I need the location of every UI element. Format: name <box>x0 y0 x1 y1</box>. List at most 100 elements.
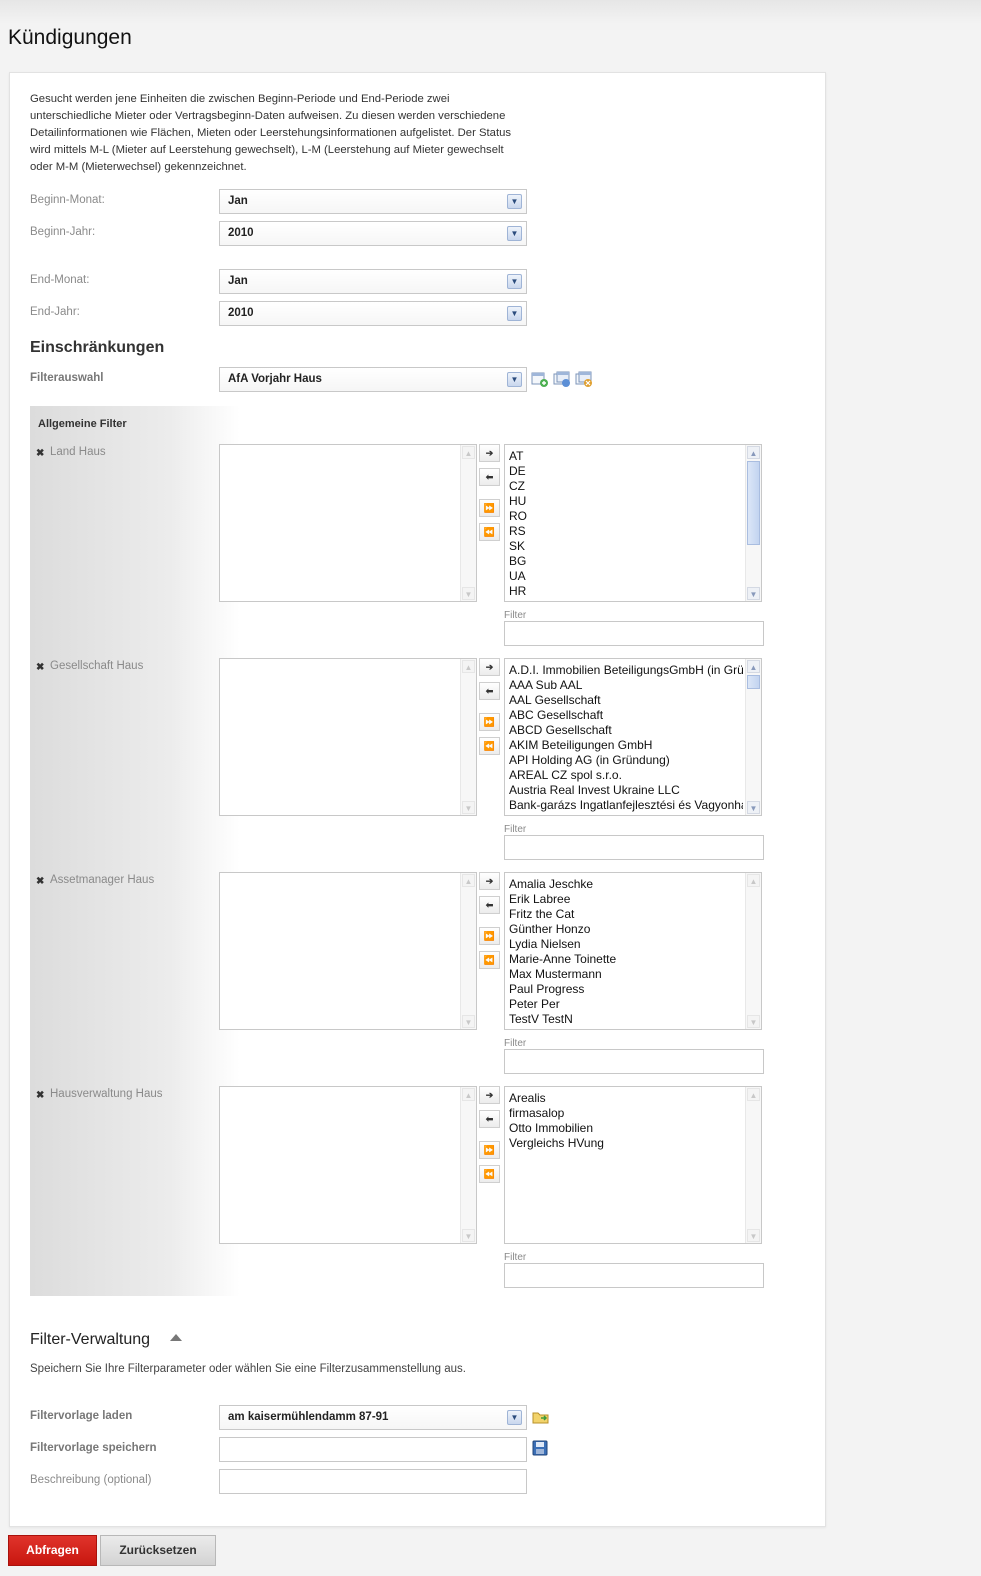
begin-year-select[interactable]: 2010 ▼ <box>219 221 527 246</box>
filter-input-hausverwaltung[interactable] <box>504 1263 764 1288</box>
template-description-input[interactable] <box>219 1469 527 1494</box>
move-right-button[interactable]: ➔ <box>479 872 500 890</box>
scrollbar[interactable]: ▲ ▼ <box>460 445 476 601</box>
list-item[interactable]: Günther Honzo <box>509 922 743 937</box>
remove-filter-icon[interactable]: ✖ <box>36 662 44 673</box>
template-save-input[interactable] <box>219 1437 527 1462</box>
end-year-label: End-Jahr: <box>30 306 80 318</box>
move-left-button[interactable]: ⬅ <box>479 1110 500 1128</box>
move-left-button[interactable]: ⬅ <box>479 682 500 700</box>
collapse-icon[interactable] <box>169 1329 183 1341</box>
list-item[interactable]: Austria Real Invest Ukraine LLC <box>509 783 743 798</box>
list-item[interactable]: AREAL CZ spol s.r.o. <box>509 768 743 783</box>
scrollbar[interactable]: ▲ ▼ <box>460 873 476 1029</box>
move-all-right-button[interactable]: ⏩ <box>479 499 500 517</box>
list-item[interactable]: Vergleichs HVung <box>509 1136 743 1151</box>
move-left-button[interactable]: ⬅ <box>479 896 500 914</box>
move-right-button[interactable]: ➔ <box>479 444 500 462</box>
available-list-hausverwaltung[interactable]: Arealis firmasalop Otto Immobilien Vergl… <box>504 1086 762 1244</box>
template-load-select[interactable]: am kaisermühlendamm 87-91 ▼ <box>219 1405 527 1430</box>
list-item[interactable]: Marie-Anne Toinette <box>509 952 743 967</box>
move-all-right-button[interactable]: ⏩ <box>479 713 500 731</box>
general-filter-block: Allgemeine Filter ✖ Land Haus ▲ ▼ ➔ ⬅ ⏩ ⏪… <box>30 406 790 1296</box>
list-item[interactable]: Peter Per <box>509 997 743 1012</box>
move-right-button[interactable]: ➔ <box>479 658 500 676</box>
submit-button[interactable]: Abfragen <box>8 1535 97 1566</box>
list-item[interactable]: A.D.I. Immobilien BeteiligungsGmbH (in G… <box>509 663 743 678</box>
open-folder-icon[interactable] <box>532 1409 550 1425</box>
scrollbar[interactable]: ▲ ▼ <box>745 1087 761 1243</box>
scrollbar[interactable]: ▲ ▼ <box>460 659 476 815</box>
save-filter-icon[interactable] <box>553 371 571 387</box>
move-all-right-button[interactable]: ⏩ <box>479 927 500 945</box>
list-item[interactable]: AAA Sub AAL <box>509 678 743 693</box>
filter-input-gesellschaft[interactable] <box>504 835 764 860</box>
list-item[interactable]: Lydia Nielsen <box>509 937 743 952</box>
list-item[interactable]: AT <box>509 449 743 464</box>
list-item[interactable]: CZ <box>509 479 743 494</box>
list-item[interactable]: ABC Gesellschaft <box>509 708 743 723</box>
selected-list-hausverwaltung[interactable]: ▲ ▼ <box>219 1086 477 1244</box>
top-bar <box>0 0 981 24</box>
list-item[interactable]: HR <box>509 584 743 599</box>
move-all-left-button[interactable]: ⏪ <box>479 1165 500 1183</box>
remove-filter-icon[interactable]: ✖ <box>36 448 44 459</box>
list-item[interactable]: TestV TestN <box>509 1012 743 1027</box>
list-item[interactable]: Erik Labree <box>509 892 743 907</box>
list-item[interactable]: SK <box>509 539 743 554</box>
page-title: Kündigungen <box>8 26 132 49</box>
list-item[interactable]: RS <box>509 524 743 539</box>
scrollbar[interactable]: ▲ ▼ <box>745 445 761 601</box>
template-load-label: Filtervorlage laden <box>30 1410 133 1422</box>
move-all-right-button[interactable]: ⏩ <box>479 1141 500 1159</box>
selected-list-land[interactable]: ▲ ▼ <box>219 444 477 602</box>
remove-filter-icon[interactable]: ✖ <box>36 1090 44 1101</box>
list-item[interactable]: Fritz the Cat <box>509 907 743 922</box>
floppy-save-icon[interactable] <box>532 1440 550 1456</box>
list-item[interactable]: Paul Progress <box>509 982 743 997</box>
list-item[interactable]: Otto Immobilien <box>509 1121 743 1136</box>
list-item[interactable]: DE <box>509 464 743 479</box>
list-item[interactable]: BG <box>509 554 743 569</box>
list-item[interactable]: AKIM Beteiligungen GmbH <box>509 738 743 753</box>
filter-caption: Filter <box>504 1038 527 1049</box>
list-item[interactable]: API Holding AG (in Gründung) <box>509 753 743 768</box>
list-item[interactable]: UA <box>509 569 743 584</box>
end-month-select[interactable]: Jan ▼ <box>219 269 527 294</box>
selected-list-assetmanager[interactable]: ▲ ▼ <box>219 872 477 1030</box>
scrollbar[interactable]: ▲ ▼ <box>745 659 761 815</box>
begin-month-select[interactable]: Jan ▼ <box>219 189 527 214</box>
filter-input-assetmanager[interactable] <box>504 1049 764 1074</box>
filter-select-label: Filterauswahl <box>30 372 104 384</box>
delete-filter-icon[interactable] <box>575 371 593 387</box>
list-item[interactable]: firmasalop <box>509 1106 743 1121</box>
general-filter-title: Allgemeine Filter <box>38 418 127 430</box>
list-item[interactable]: HU <box>509 494 743 509</box>
list-item[interactable]: Arealis <box>509 1091 743 1106</box>
list-item[interactable]: Amalia Jeschke <box>509 877 743 892</box>
list-item[interactable]: ABCD Gesellschaft <box>509 723 743 738</box>
remove-filter-icon[interactable]: ✖ <box>36 876 44 887</box>
move-all-left-button[interactable]: ⏪ <box>479 523 500 541</box>
filter-input-land[interactable] <box>504 621 764 646</box>
scrollbar[interactable]: ▲ ▼ <box>745 873 761 1029</box>
available-list-gesellschaft[interactable]: A.D.I. Immobilien BeteiligungsGmbH (in G… <box>504 658 762 816</box>
end-month-value: Jan <box>228 275 248 287</box>
available-list-assetmanager[interactable]: Amalia Jeschke Erik Labree Fritz the Cat… <box>504 872 762 1030</box>
new-filter-icon[interactable] <box>531 371 549 387</box>
list-item[interactable]: Max Mustermann <box>509 967 743 982</box>
chevron-down-icon: ▼ <box>507 306 522 321</box>
move-all-left-button[interactable]: ⏪ <box>479 951 500 969</box>
selected-list-gesellschaft[interactable]: ▲ ▼ <box>219 658 477 816</box>
filter-select[interactable]: AfA Vorjahr Haus ▼ <box>219 367 527 392</box>
list-item[interactable]: Bank-garázs Ingatlanfejlesztési és Vagyo… <box>509 798 743 813</box>
move-all-left-button[interactable]: ⏪ <box>479 737 500 755</box>
list-item[interactable]: RO <box>509 509 743 524</box>
list-item[interactable]: AAL Gesellschaft <box>509 693 743 708</box>
move-right-button[interactable]: ➔ <box>479 1086 500 1104</box>
move-left-button[interactable]: ⬅ <box>479 468 500 486</box>
reset-button[interactable]: Zurücksetzen <box>100 1535 216 1566</box>
available-list-land[interactable]: AT DE CZ HU RO RS SK BG UA HR ▲ ▼ <box>504 444 762 602</box>
end-year-select[interactable]: 2010 ▼ <box>219 301 527 326</box>
scrollbar[interactable]: ▲ ▼ <box>460 1087 476 1243</box>
